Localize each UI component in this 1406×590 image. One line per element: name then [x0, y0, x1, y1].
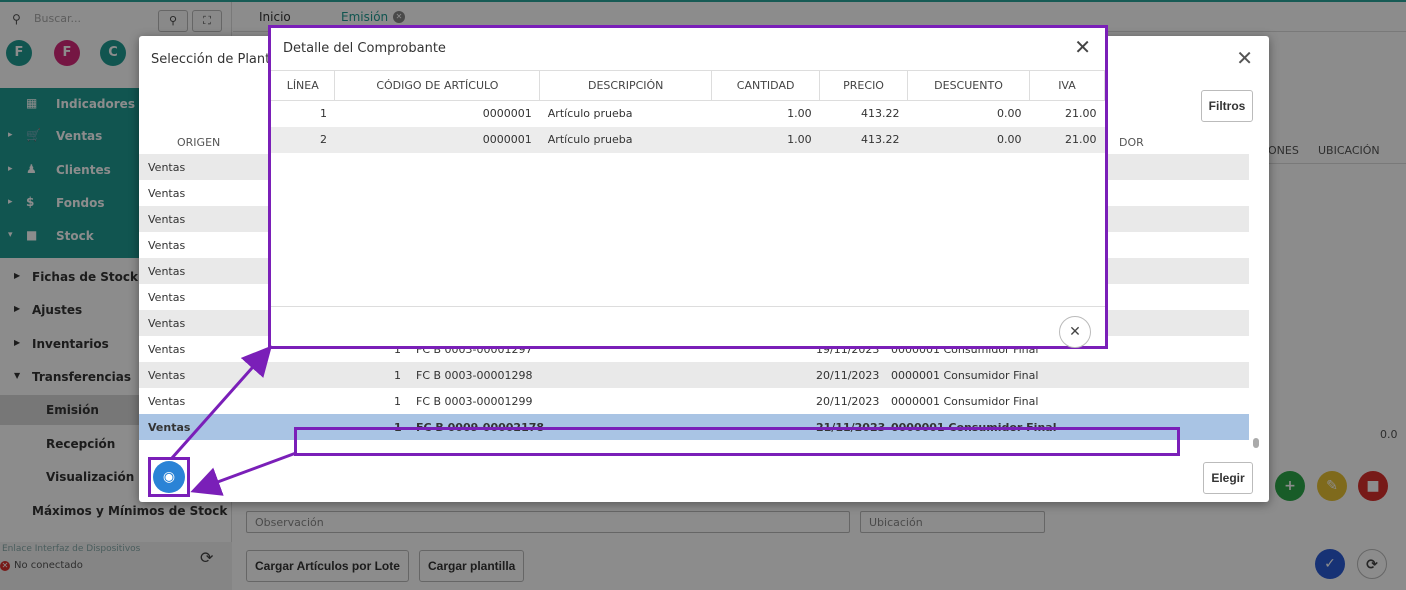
arrow-to-detail — [170, 345, 272, 459]
annotation-arrows — [170, 345, 297, 496]
arrow-to-view-button — [190, 451, 297, 496]
